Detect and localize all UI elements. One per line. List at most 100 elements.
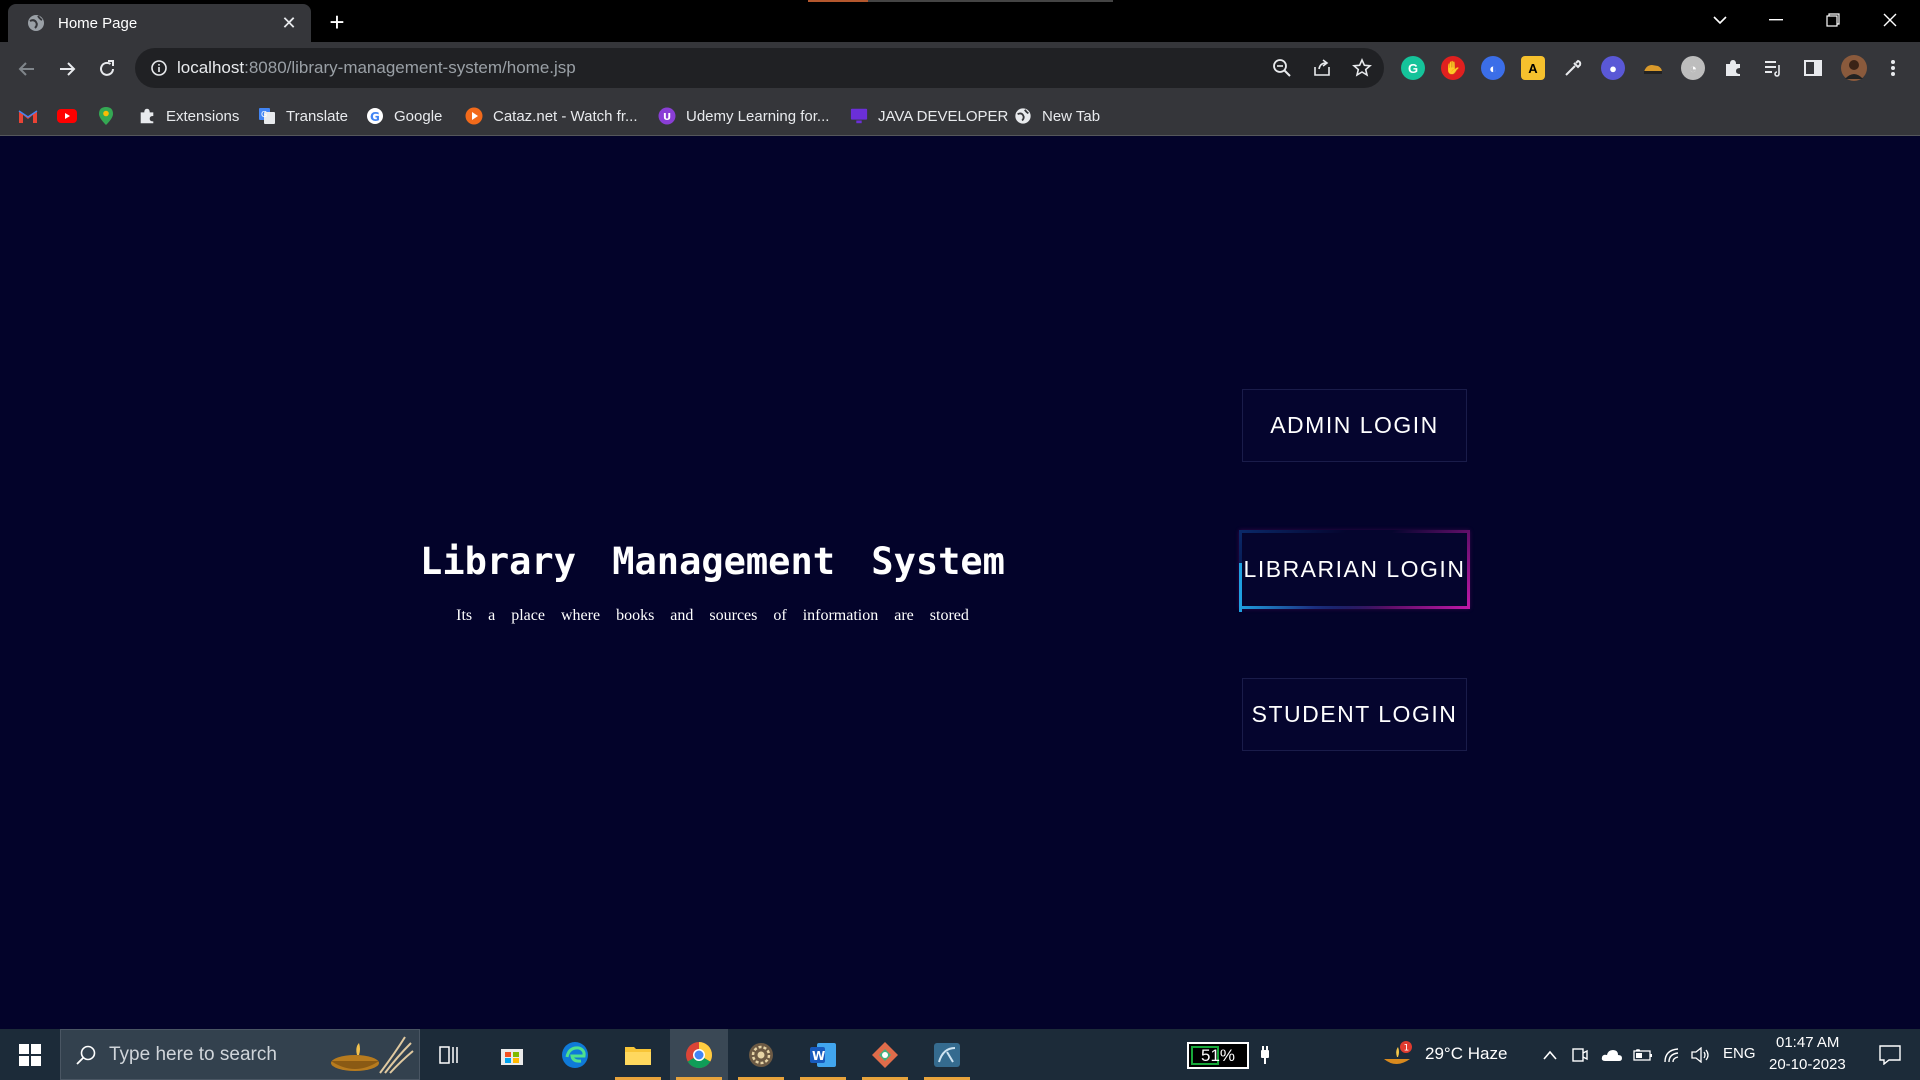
bookmark-google[interactable]: G Google bbox=[366, 106, 442, 126]
language-indicator[interactable]: ENG bbox=[1723, 1045, 1756, 1062]
librarian-login-button[interactable]: LIBRARIAN LOGIN bbox=[1239, 530, 1470, 612]
tab-close-icon[interactable]: ✕ bbox=[279, 13, 299, 34]
windows-taskbar: Type here to search W 51% 1 29°C Haze EN… bbox=[0, 1029, 1920, 1080]
volume-icon[interactable] bbox=[1688, 1029, 1714, 1080]
maps-icon[interactable] bbox=[98, 106, 114, 126]
close-window-icon[interactable] bbox=[1862, 0, 1918, 40]
zoom-icon[interactable] bbox=[1272, 58, 1292, 78]
task-view-icon[interactable] bbox=[421, 1029, 479, 1080]
address-bar[interactable]: localhost:8080/library-management-system… bbox=[135, 48, 1384, 88]
battery-indicator[interactable]: 51% bbox=[1187, 1042, 1249, 1069]
extension-a-icon[interactable]: A bbox=[1521, 56, 1545, 80]
tab-search-chevron-icon[interactable] bbox=[1692, 0, 1748, 40]
bookmark-label: Cataz.net - Watch fr... bbox=[493, 107, 638, 125]
svg-text:G: G bbox=[370, 110, 380, 124]
weather-text[interactable]: 29°C Haze bbox=[1425, 1044, 1507, 1064]
weather-badge: 1 bbox=[1404, 1043, 1410, 1053]
tab-strip-accent bbox=[808, 0, 1113, 2]
bookmark-label: JAVA DEVELOPER bbox=[878, 107, 1009, 125]
tab-title: Home Page bbox=[58, 14, 138, 32]
charging-plug-icon[interactable] bbox=[1247, 1029, 1283, 1080]
restore-icon[interactable] bbox=[1805, 0, 1861, 40]
edge-icon[interactable] bbox=[546, 1029, 604, 1080]
reload-icon[interactable] bbox=[92, 54, 122, 84]
puzzle-icon bbox=[138, 107, 156, 125]
color-picker-icon[interactable] bbox=[1561, 56, 1585, 80]
word-icon[interactable]: W bbox=[794, 1029, 852, 1080]
microsoft-store-icon[interactable] bbox=[483, 1029, 541, 1080]
site-info-icon[interactable] bbox=[150, 59, 168, 77]
url-text[interactable]: localhost:8080/library-management-system… bbox=[177, 58, 576, 78]
star-icon[interactable] bbox=[1352, 58, 1372, 78]
search-placeholder: Type here to search bbox=[109, 1043, 277, 1065]
meet-now-icon[interactable] bbox=[1568, 1029, 1592, 1080]
file-explorer-icon[interactable] bbox=[609, 1029, 667, 1080]
monitor-icon bbox=[850, 107, 868, 125]
translate-icon: G bbox=[258, 107, 276, 125]
grammarly-icon[interactable]: G bbox=[1401, 56, 1425, 80]
media-queue-icon[interactable] bbox=[1761, 56, 1785, 80]
browser-tab-bar: Home Page ✕ + bbox=[0, 0, 1920, 42]
google-icon: G bbox=[366, 107, 384, 125]
page-title: Library Management System bbox=[420, 540, 1005, 583]
show-hidden-icons-icon[interactable] bbox=[1538, 1029, 1562, 1080]
page-subtitle: Its a place where books and sources of i… bbox=[456, 607, 969, 624]
bookmark-extensions[interactable]: Extensions bbox=[138, 106, 239, 126]
gmail-icon[interactable] bbox=[18, 106, 38, 126]
bookmark-label: Extensions bbox=[166, 107, 240, 125]
admin-login-button[interactable]: ADMIN LOGIN bbox=[1242, 389, 1467, 462]
bookmark-label: Google bbox=[394, 107, 443, 125]
weather-icon[interactable]: 1 bbox=[1380, 1029, 1414, 1080]
search-icon bbox=[76, 1045, 96, 1065]
bookmark-translate[interactable]: G Translate bbox=[258, 106, 348, 126]
student-login-button[interactable]: STUDENT LOGIN bbox=[1242, 678, 1467, 751]
minimize-icon[interactable] bbox=[1748, 0, 1804, 40]
bookmark-java-developer[interactable]: JAVA DEVELOPER bbox=[850, 106, 1008, 126]
battery-label: 51% bbox=[1200, 1045, 1236, 1065]
bookmark-cataz[interactable]: Cataz.net - Watch fr... bbox=[465, 106, 638, 126]
browser-toolbar: localhost:8080/library-management-system… bbox=[0, 42, 1920, 96]
side-panel-icon[interactable] bbox=[1801, 56, 1825, 80]
globe-icon bbox=[28, 15, 44, 31]
mysql-workbench-icon[interactable] bbox=[918, 1029, 976, 1080]
onedrive-icon[interactable] bbox=[1598, 1029, 1626, 1080]
svg-text:U: U bbox=[663, 112, 671, 123]
svg-text:W: W bbox=[812, 1049, 825, 1063]
chrome-icon[interactable] bbox=[670, 1029, 728, 1080]
share-icon[interactable] bbox=[1312, 58, 1332, 78]
url-path: :8080/library-management-system/home.jsp bbox=[244, 58, 576, 77]
extension-globe-icon[interactable]: ◐ bbox=[1481, 56, 1505, 80]
settings-gear-app-icon[interactable] bbox=[732, 1029, 790, 1080]
play-icon bbox=[465, 107, 483, 125]
wifi-icon[interactable] bbox=[1660, 1029, 1686, 1080]
battery-tray-icon[interactable] bbox=[1630, 1029, 1656, 1080]
bookmark-udemy[interactable]: U Udemy Learning for... bbox=[658, 106, 829, 126]
windows-start-icon[interactable] bbox=[12, 1041, 48, 1069]
bookmark-label: Translate bbox=[286, 107, 348, 125]
git-tool-icon[interactable] bbox=[856, 1029, 914, 1080]
clock-time[interactable]: 01:47 AM bbox=[1776, 1034, 1839, 1051]
browser-tab[interactable]: Home Page ✕ bbox=[8, 4, 311, 42]
taskbar-search-input[interactable]: Type here to search bbox=[60, 1029, 420, 1080]
clock-date[interactable]: 20-10-2023 bbox=[1769, 1056, 1846, 1073]
url-host: localhost bbox=[177, 58, 245, 77]
adblock-icon[interactable]: ✋ bbox=[1441, 56, 1465, 80]
new-tab-button[interactable]: + bbox=[323, 8, 351, 36]
extension-ghost-icon[interactable]: ● bbox=[1601, 56, 1625, 80]
profile-avatar[interactable] bbox=[1841, 55, 1867, 81]
bookmark-label: Udemy Learning for... bbox=[686, 107, 830, 125]
diya-lamp-icon bbox=[331, 1036, 414, 1074]
svg-text:G: G bbox=[261, 110, 267, 119]
extensions-puzzle-icon[interactable] bbox=[1721, 56, 1745, 80]
back-icon[interactable] bbox=[12, 54, 42, 84]
bookmark-new-tab[interactable]: New Tab bbox=[1014, 106, 1100, 126]
youtube-icon[interactable] bbox=[57, 106, 77, 126]
menu-kebab-icon[interactable] bbox=[1881, 56, 1905, 80]
udemy-icon: U bbox=[658, 107, 676, 125]
bookmark-label: New Tab bbox=[1042, 107, 1101, 125]
extension-car-icon[interactable] bbox=[1641, 56, 1665, 80]
extension-circle-icon[interactable]: ◔ bbox=[1681, 56, 1705, 80]
forward-icon[interactable] bbox=[52, 54, 82, 84]
bookmarks-bar: Extensions G Translate G Google Cataz.ne… bbox=[0, 96, 1920, 136]
notification-center-icon[interactable] bbox=[1865, 1029, 1915, 1080]
